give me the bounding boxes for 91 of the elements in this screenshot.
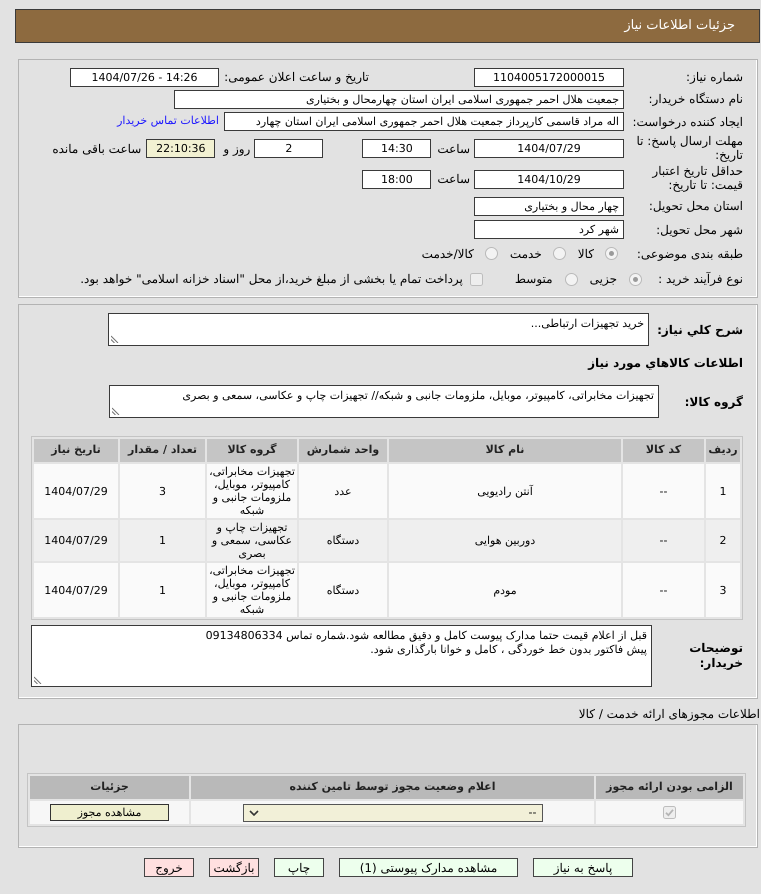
validity-time-field[interactable]: 18:00	[362, 170, 432, 188]
action-button[interactable]: مشاهده مدارک پیوستی (1)	[339, 858, 518, 877]
radio-button[interactable]	[484, 247, 498, 260]
page-title: جزئیات اطلاعات نیاز	[624, 17, 735, 36]
table-cell: 1404/07/29	[34, 520, 118, 561]
remaining-time-field[interactable]: 22:10:36	[146, 139, 216, 158]
field-label: شرح کلي نياز:	[657, 322, 743, 336]
field-label: ساعت باقی مانده	[52, 140, 142, 158]
column-header: واحد شمارش	[299, 439, 387, 462]
column-header: تاریخ نیاز	[34, 439, 118, 462]
radio-button[interactable]	[605, 247, 618, 260]
notes-field[interactable]: قبل از اعلام قیمت حتما مدارک پیوست کامل و دقیق مطالعه شود.شماره تماس 09134806334 پیش فاکتور بدون خط خوردگی ، کامل و خوانا بارگذاری شود.	[31, 625, 652, 687]
action-button[interactable]: بازگشت	[209, 858, 259, 877]
field-label: استان محل تحویل:	[648, 199, 743, 213]
action-button[interactable]: پاسخ به نیاز	[533, 858, 633, 877]
section-heading: اطلاعات کالاهاي مورد نياز	[588, 355, 743, 372]
table-cell: آنتن رادیویی	[389, 464, 621, 518]
table-cell: --	[623, 520, 704, 561]
table-cell: دستگاه	[299, 563, 387, 617]
checkbox[interactable]	[663, 806, 676, 819]
field-label: نوع فرآیند خرید :	[658, 272, 743, 286]
table-cell: 2	[706, 520, 740, 561]
table-cell: 1	[120, 563, 205, 617]
table-cell: عدد	[299, 464, 387, 518]
table-cell: دستگاه	[299, 520, 387, 561]
table-cell: تجهیزات مخابراتی، کامپیوتر، موبایل، ملزومات جانبی و شبکه	[207, 563, 297, 617]
status-select[interactable]: --	[242, 804, 542, 822]
chevron-down-icon	[248, 810, 258, 816]
field-label: طبقه بندی موضوعی:	[636, 246, 743, 260]
column-header: اعلام وضعیت مجوز توسط تامین کننده	[191, 776, 594, 799]
deadline-time-field[interactable]: 14:30	[362, 139, 432, 158]
requester-field[interactable]: اله مراد قاسمی کارپرداز جمعیت هلال احمر جمهوری اسلامی ایران استان چهارد	[224, 112, 624, 131]
field-label: ایجاد کننده درخواست:	[632, 114, 743, 128]
resize-grip-icon[interactable]	[111, 335, 119, 343]
buyer-org-field[interactable]: جمعیت هلال احمر جمهوری اسلامی ایران استان چهارمحال و بختیاری	[174, 90, 624, 108]
field-label: روز و	[223, 140, 250, 158]
column-header: جزئیات	[30, 776, 189, 799]
table-cell: --	[623, 464, 704, 518]
field-label: نام دستگاه خریدار:	[648, 92, 743, 106]
field-label: توضیحات خریدار:	[688, 640, 743, 670]
field-label: ساعت	[437, 171, 470, 188]
column-header: تعداد / مقدار	[120, 439, 205, 462]
need-number-field[interactable]: 1104005172000015	[474, 68, 624, 86]
column-header: نام کالا	[389, 439, 621, 462]
table-cell: 3	[120, 464, 205, 518]
table-cell: 1	[120, 520, 205, 561]
table-cell: --	[623, 563, 704, 617]
resize-grip-icon[interactable]	[34, 676, 42, 684]
radio-label: کالا	[578, 246, 594, 262]
table-cell: مودم	[389, 563, 621, 617]
column-header: الزامی بودن ارائه مجوز	[596, 776, 743, 799]
table-cell: تجهیزات چاپ و عکاسی، سمعی و بصری	[207, 520, 297, 561]
radio-button[interactable]	[564, 272, 578, 286]
field-label: شماره نیاز:	[686, 70, 743, 84]
table-cell: 1404/07/29	[34, 563, 118, 617]
city-field[interactable]: شهر کرد	[474, 220, 624, 239]
table-cell: 3	[706, 563, 740, 617]
column-header: گروه کالا	[207, 439, 297, 462]
field-label: ساعت	[437, 140, 470, 158]
radio-label: متوسط	[514, 271, 553, 288]
deadline-date-field[interactable]: 1404/07/29	[474, 139, 624, 158]
summary-field[interactable]: خرید تجهیزات ارتباطی...	[108, 313, 649, 346]
field-label: مهلت ارسال پاسخ: تا تاریخ:	[635, 134, 743, 162]
field-label: گروه کالا:	[684, 394, 743, 408]
radio-label: کالا/خدمت	[422, 246, 474, 262]
contact-link[interactable]: اطلاعات تماس خریدار	[117, 113, 219, 130]
radio-button[interactable]	[552, 247, 566, 260]
resize-grip-icon[interactable]	[112, 407, 120, 415]
validity-date-field[interactable]: 1404/10/29	[474, 170, 624, 188]
section-heading: اطلاعات مجوزهای ارائه خدمت / کالا	[578, 706, 760, 723]
checkbox[interactable]	[470, 272, 483, 286]
radio-label: خدمت	[510, 246, 542, 262]
action-button[interactable]: چاپ	[274, 858, 324, 877]
action-button[interactable]: خروج	[144, 858, 194, 877]
table-cell: 1	[706, 464, 740, 518]
goods-group-field[interactable]: تجهیزات مخابراتی، کامپیوتر، موبایل، ملزومات جانبی و شبکه// تجهیزات چاپ و عکاسی، سمعی و بصری	[109, 385, 659, 418]
view-permit-button[interactable]: مشاهده مجوز	[50, 804, 169, 821]
checkbox-label: پرداخت تمام یا بخشی از مبلغ خرید،از محل "اسناد خزانه اسلامی" خواهد بود.	[80, 271, 463, 288]
field-label: شهر محل تحویل:	[656, 222, 743, 236]
column-header: کد کالا	[623, 439, 704, 462]
radio-label: جزیی	[590, 271, 617, 288]
days-field[interactable]: 2	[254, 139, 324, 158]
table-cell: تجهیزات مخابراتی، کامپیوتر، موبایل، ملزومات جانبی و شبکه	[207, 464, 297, 518]
field-label: تاریخ و ساعت اعلان عمومی:	[224, 70, 369, 84]
radio-button[interactable]	[629, 272, 642, 286]
table-cell: 1404/07/29	[34, 464, 118, 518]
table-cell: دوربین هوایی	[389, 520, 621, 561]
column-header: ردیف	[706, 439, 740, 462]
announcement-date-field[interactable]: 1404/07/26 - 14:26	[70, 68, 219, 86]
province-field[interactable]: چهار محال و بختیاری	[474, 196, 624, 216]
field-label: حداقل تاریخ اعتبار قیمت: تا تاریخ:	[650, 164, 743, 192]
